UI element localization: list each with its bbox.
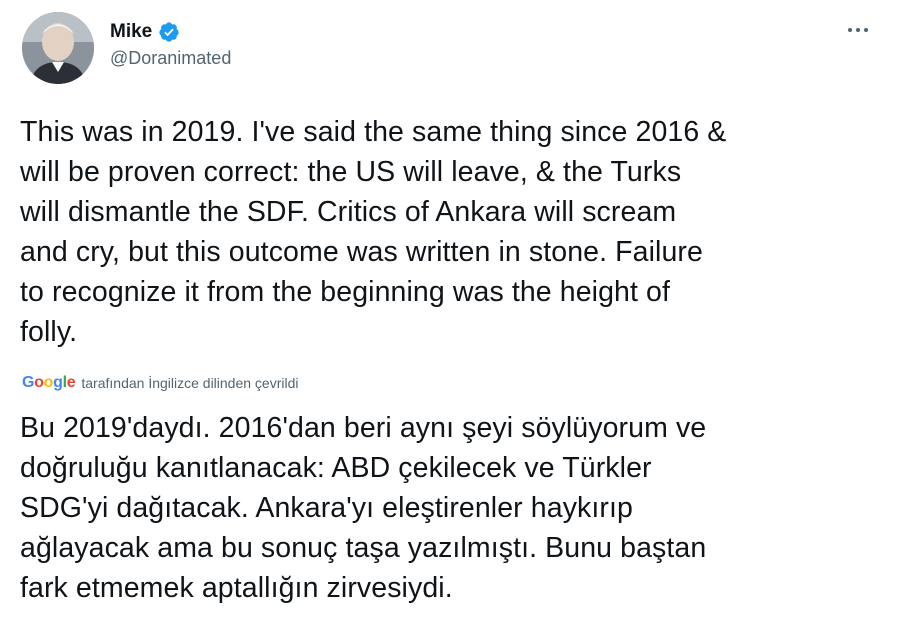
user-names: Mike @Doranimated <box>110 18 231 69</box>
tweet-text-original: This was in 2019. I've said the same thi… <box>20 112 885 352</box>
translated-text-line: doğruluğu kanıtlanacak: ABD çekilecek ve… <box>20 452 652 484</box>
google-logo: Google <box>22 374 76 391</box>
tweet-text-line: folly. <box>20 316 78 348</box>
display-name-row: Mike <box>110 18 231 46</box>
avatar-photo-icon <box>22 12 94 84</box>
tweet-text-line: and cry, but this outcome was written in… <box>20 236 703 268</box>
user-handle[interactable]: @Doranimated <box>110 48 231 69</box>
ellipsis-icon <box>848 28 868 32</box>
avatar[interactable] <box>22 12 94 84</box>
display-name[interactable]: Mike <box>110 21 152 43</box>
translated-text-line: SDG'yi dağıtacak. Ankara'yı eleştirenler… <box>20 492 633 524</box>
tweet-text-line: to recognize it from the beginning was t… <box>20 276 671 308</box>
tweet-text-line: will be proven correct: the US will leav… <box>20 156 682 188</box>
verified-badge-icon <box>158 21 180 43</box>
tweet-header: Mike @Doranimated <box>22 10 882 90</box>
tweet-text-translated: Bu 2019'daydı. 2016'dan beri aynı şeyi s… <box>20 408 885 608</box>
translation-attribution-text: tarafından İngilizce dilinden çevrildi <box>81 375 299 391</box>
translated-text-line: fark etmemek aptallığın zirvesiydi. <box>20 572 453 604</box>
tweet-card: Mike @Doranimated This was in 2019. I've… <box>0 0 900 637</box>
translation-attribution[interactable]: Google tarafından İngilizce dilinden çev… <box>22 372 299 394</box>
translated-text-line: ağlayacak ama bu sonuç taşa yazılmıştı. … <box>20 532 707 564</box>
tweet-text-line: will dismantle the SDF. Critics of Ankar… <box>20 196 677 228</box>
translated-text-line: Bu 2019'daydı. 2016'dan beri aynı şeyi s… <box>20 412 707 444</box>
tweet-text-line: This was in 2019. I've said the same thi… <box>20 116 727 148</box>
more-options-button[interactable] <box>840 18 876 42</box>
